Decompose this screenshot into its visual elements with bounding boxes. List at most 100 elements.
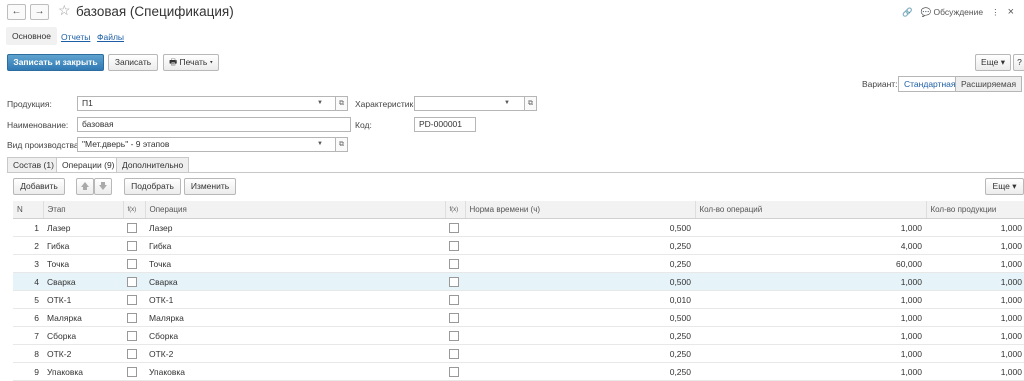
print-button[interactable]: 🖶 Печать ▾ — [163, 54, 219, 71]
row-time-norm[interactable]: 0,250 — [465, 344, 695, 363]
table-row[interactable]: 5 ОТК-1 ОТК-1 0,010 1,000 1,000 — [13, 290, 1024, 309]
add-button[interactable]: Добавить — [13, 178, 65, 195]
save-button[interactable]: Записать — [108, 54, 158, 71]
row-ops-count[interactable]: 60,000 — [695, 254, 926, 273]
row-stage[interactable]: Лазер — [43, 218, 123, 237]
row-stage[interactable]: Малярка — [43, 308, 123, 327]
row-ops-count[interactable]: 1,000 — [695, 272, 926, 291]
template-checkbox[interactable] — [123, 308, 145, 327]
tab-operations[interactable]: Операции (9) — [56, 157, 121, 173]
variant-extended[interactable]: Расширяемая — [955, 76, 1023, 92]
discussion-button[interactable]: 💬 Обсуждение — [921, 7, 983, 18]
arrow-up-icon[interactable]: 🡅 — [76, 178, 94, 195]
row-ops-count[interactable]: 1,000 — [695, 290, 926, 309]
row-time-norm[interactable]: 0,250 — [465, 326, 695, 345]
checkbox[interactable] — [449, 348, 459, 359]
row-prod-count[interactable]: 1,000 — [926, 290, 1024, 309]
chevron-down-icon[interactable]: ▼ — [316, 138, 324, 151]
change-button[interactable]: Изменить — [184, 178, 236, 195]
col-operation[interactable]: Операция — [145, 201, 446, 219]
row-prod-count[interactable]: 1,000 — [926, 362, 1024, 381]
arrow-down-icon[interactable]: 🡇 — [94, 178, 112, 195]
row-stage[interactable]: Сварка — [43, 272, 123, 291]
row-ops-count[interactable]: 1,000 — [695, 344, 926, 363]
row-stage[interactable]: Сборка — [43, 326, 123, 345]
back-button[interactable]: ← — [7, 4, 26, 20]
prod-type-field[interactable]: "Мет.дверь" - 9 этапов ▼ — [77, 137, 339, 152]
row-prod-count[interactable]: 1,000 — [926, 254, 1024, 273]
tab-files[interactable]: Файлы — [97, 32, 124, 42]
row-ops-count[interactable]: 4,000 — [695, 236, 926, 255]
row-prod-count[interactable]: 1,000 — [926, 344, 1024, 363]
row-prod-count[interactable]: 1,000 — [926, 272, 1024, 291]
row-number[interactable]: 5 — [13, 290, 43, 309]
row-ops-count[interactable]: 1,000 — [695, 362, 926, 381]
row-prod-count[interactable]: 1,000 — [926, 218, 1024, 237]
checkbox[interactable] — [449, 366, 459, 377]
characteristic-field[interactable]: ▼ — [414, 96, 526, 111]
row-ops-count[interactable]: 1,000 — [695, 326, 926, 345]
forward-button[interactable]: → — [30, 4, 49, 20]
row-number[interactable]: 3 — [13, 254, 43, 273]
checkbox[interactable] — [449, 222, 459, 233]
chevron-down-icon[interactable]: ▼ — [503, 97, 511, 110]
template-checkbox[interactable] — [123, 254, 145, 273]
checkbox[interactable] — [449, 276, 459, 287]
table-row[interactable]: 8 ОТК-2 ОТК-2 0,250 1,000 1,000 — [13, 344, 1024, 363]
row-stage[interactable]: Упаковка — [43, 362, 123, 381]
row-time-norm[interactable]: 0,250 — [465, 254, 695, 273]
row-operation[interactable]: Точка — [145, 254, 445, 273]
row-prod-count[interactable]: 1,000 — [926, 308, 1024, 327]
checkbox[interactable] — [449, 240, 459, 251]
tab-additional[interactable]: Дополнительно — [116, 157, 190, 173]
template-checkbox[interactable] — [123, 290, 145, 309]
template-checkbox[interactable] — [445, 362, 465, 381]
row-ops-count[interactable]: 1,000 — [695, 308, 926, 327]
row-operation[interactable]: Упаковка — [145, 362, 445, 381]
template-checkbox[interactable] — [123, 272, 145, 291]
row-stage[interactable]: Точка — [43, 254, 123, 273]
checkbox[interactable] — [449, 312, 459, 323]
row-time-norm[interactable]: 0,250 — [465, 362, 695, 381]
row-time-norm[interactable]: 0,500 — [465, 308, 695, 327]
checkbox[interactable] — [127, 312, 137, 323]
row-time-norm[interactable]: 0,500 — [465, 272, 695, 291]
row-time-norm[interactable]: 0,500 — [465, 218, 695, 237]
row-stage[interactable]: ОТК-2 — [43, 344, 123, 363]
table-more-button[interactable]: Еще ▾ — [985, 178, 1024, 195]
row-operation[interactable]: Гибка — [145, 236, 445, 255]
chevron-down-icon[interactable]: ▼ — [316, 97, 324, 110]
more-button[interactable]: Еще ▾ — [975, 54, 1011, 71]
row-number[interactable]: 2 — [13, 236, 43, 255]
row-operation[interactable]: Лазер — [145, 218, 445, 237]
table-row[interactable]: 2 Гибка Гибка 0,250 4,000 1,000 — [13, 236, 1024, 255]
template-checkbox[interactable] — [445, 236, 465, 255]
checkbox[interactable] — [127, 276, 137, 287]
row-operation[interactable]: ОТК-2 — [145, 344, 445, 363]
template-checkbox[interactable] — [445, 326, 465, 345]
table-row[interactable]: 7 Сборка Сборка 0,250 1,000 1,000 — [13, 326, 1024, 345]
col-prod-count[interactable]: Кол-во продукции — [926, 201, 1024, 219]
checkbox[interactable] — [127, 258, 137, 269]
row-number[interactable]: 4 — [13, 272, 43, 291]
template-checkbox[interactable] — [445, 218, 465, 237]
row-number[interactable]: 9 — [13, 362, 43, 381]
row-number[interactable]: 7 — [13, 326, 43, 345]
checkbox[interactable] — [127, 294, 137, 305]
checkbox[interactable] — [449, 294, 459, 305]
template-checkbox[interactable] — [445, 344, 465, 363]
row-prod-count[interactable]: 1,000 — [926, 236, 1024, 255]
template-checkbox[interactable] — [123, 344, 145, 363]
row-operation[interactable]: Малярка — [145, 308, 445, 327]
row-operation[interactable]: Сборка — [145, 326, 445, 345]
template-checkbox[interactable] — [445, 290, 465, 309]
row-number[interactable]: 8 — [13, 344, 43, 363]
col-ops-count[interactable]: Кол-во операций — [695, 201, 927, 219]
template-checkbox[interactable] — [445, 308, 465, 327]
table-row[interactable]: 1 Лазер Лазер 0,500 1,000 1,000 — [13, 218, 1024, 237]
checkbox[interactable] — [127, 240, 137, 251]
col-time-norm[interactable]: Норма времени (ч) — [465, 201, 696, 219]
checkbox[interactable] — [449, 258, 459, 269]
row-operation[interactable]: Сварка — [145, 272, 445, 291]
template-checkbox[interactable] — [123, 362, 145, 381]
